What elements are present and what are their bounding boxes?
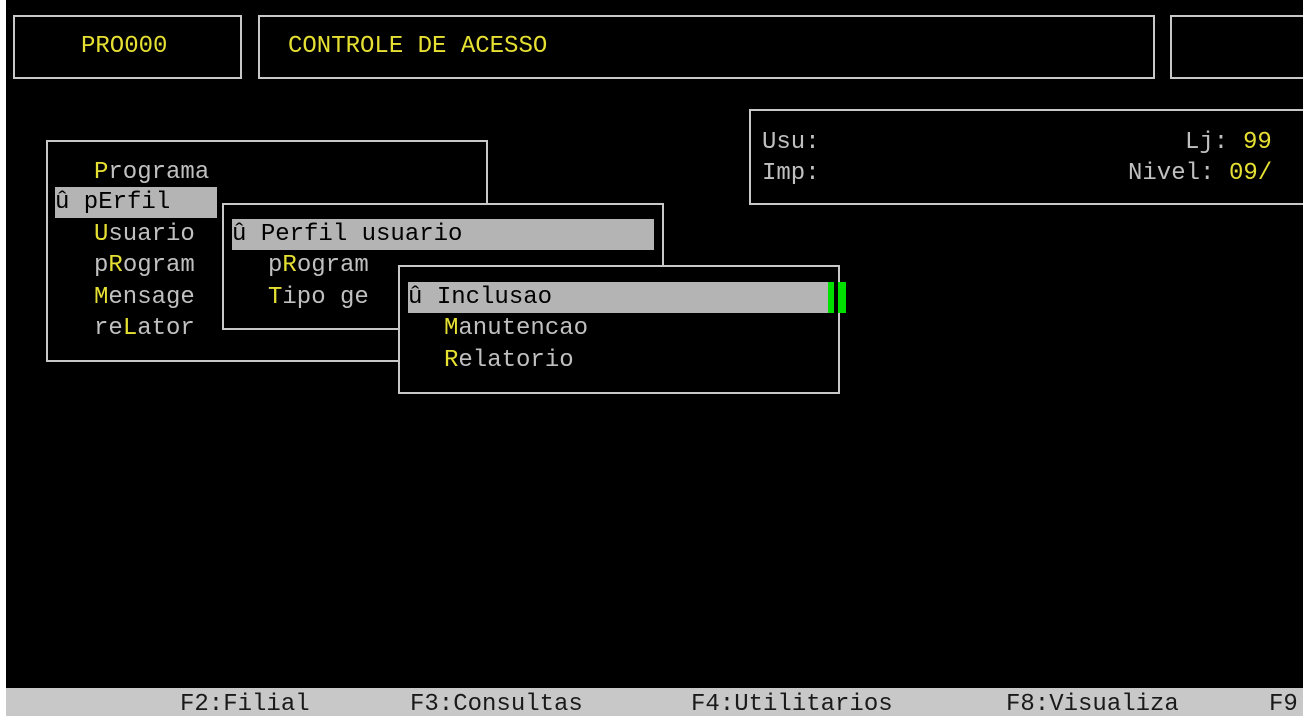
option-inclusao[interactable]: û Inclusao (408, 282, 828, 313)
terminal-screen: PRO000 CONTROLE DE ACESSO Usu: Imp: Lj: … (6, 0, 1303, 716)
title-box: CONTROLE DE ACESSO (258, 15, 1155, 79)
option-relatorio[interactable]: Relatorio (444, 345, 574, 376)
program-code-box: PRO000 (13, 15, 242, 79)
text-cursor (828, 282, 834, 313)
function-key-bar: F2:Filial F3:Consultas F4:Utilitarios F8… (6, 688, 1303, 716)
submenu-item-tipo-ge[interactable]: Tipo ge (268, 282, 369, 313)
nivel-value: 09/ (1229, 160, 1273, 187)
lj-label: Lj: (1185, 129, 1229, 156)
page-title: CONTROLE DE ACESSO (288, 33, 548, 60)
menu-item-programa[interactable]: Programa (94, 157, 209, 188)
fkey-f9[interactable]: F9 (1269, 688, 1298, 716)
imp-label: Imp: (762, 160, 820, 187)
menu-item-relator[interactable]: reLator (94, 313, 195, 344)
menu-item-mensage[interactable]: Mensage (94, 282, 195, 313)
text-cursor-bar (838, 282, 846, 313)
fkey-f8-visualiza[interactable]: F8:Visualiza (1006, 688, 1179, 716)
menu-item-program[interactable]: pRogram (94, 250, 195, 281)
header-right-box (1170, 15, 1303, 79)
info-panel: Usu: Imp: Lj: 99 Nivel: 09/ (749, 109, 1303, 205)
menu-item-perfil[interactable]: û pErfil (55, 187, 217, 218)
nivel-label: Nivel: (1128, 160, 1215, 187)
submenu-item-program[interactable]: pRogram (268, 250, 369, 281)
fkey-f3-consultas[interactable]: F3:Consultas (410, 688, 583, 716)
usu-label: Usu: (762, 129, 820, 156)
submenu-item-perfil-usuario[interactable]: û Perfil usuario (232, 219, 654, 250)
lj-value: 99 (1243, 129, 1272, 156)
fkey-f4-utilitarios[interactable]: F4:Utilitarios (691, 688, 893, 716)
option-manutencao[interactable]: Manutencao (444, 313, 588, 344)
program-code: PRO000 (81, 33, 168, 60)
menu-item-usuario[interactable]: Usuario (94, 219, 195, 250)
fkey-f2-filial[interactable]: F2:Filial (180, 688, 310, 716)
